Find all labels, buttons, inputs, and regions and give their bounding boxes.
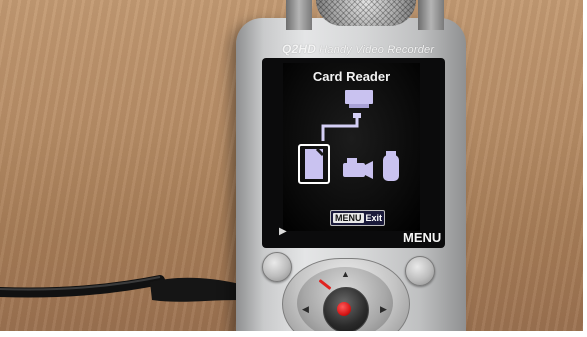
exit-label: Exit [365,213,383,223]
usb-connection-icon [321,113,361,141]
menu-hardware-label: MENU [403,230,442,245]
usb-plug [150,277,240,302]
photo-scene: Q2HD Handy Video Recorder Card Reader ME… [0,0,587,337]
camera-icon [383,151,399,181]
frame-edge-right [583,0,587,337]
play-icon: ▶ [279,226,287,237]
frame-edge-bottom [0,331,587,337]
screen-diagram [298,90,399,184]
menu-button[interactable] [405,256,435,286]
menu-tag: MENU [333,213,364,223]
sd-card-icon [298,144,330,184]
mic-side-right [418,0,444,30]
record-dot-icon [337,302,351,316]
card-reader-icon [345,90,373,108]
brand-label: Q2HD Handy Video Recorder [282,42,452,56]
play-button[interactable] [262,252,292,282]
model-name: Q2HD [282,42,317,56]
mic-side-left [286,0,312,30]
left-arrow-icon: ◀ [302,304,309,314]
menu-exit-hint: MENU Exit [330,210,386,226]
video-camera-icon [343,158,373,179]
brand-text: Handy Video Recorder [319,44,435,56]
up-arrow-icon: ▲ [341,269,350,279]
microphone-grille [316,0,416,26]
right-arrow-icon: ▶ [380,304,387,314]
